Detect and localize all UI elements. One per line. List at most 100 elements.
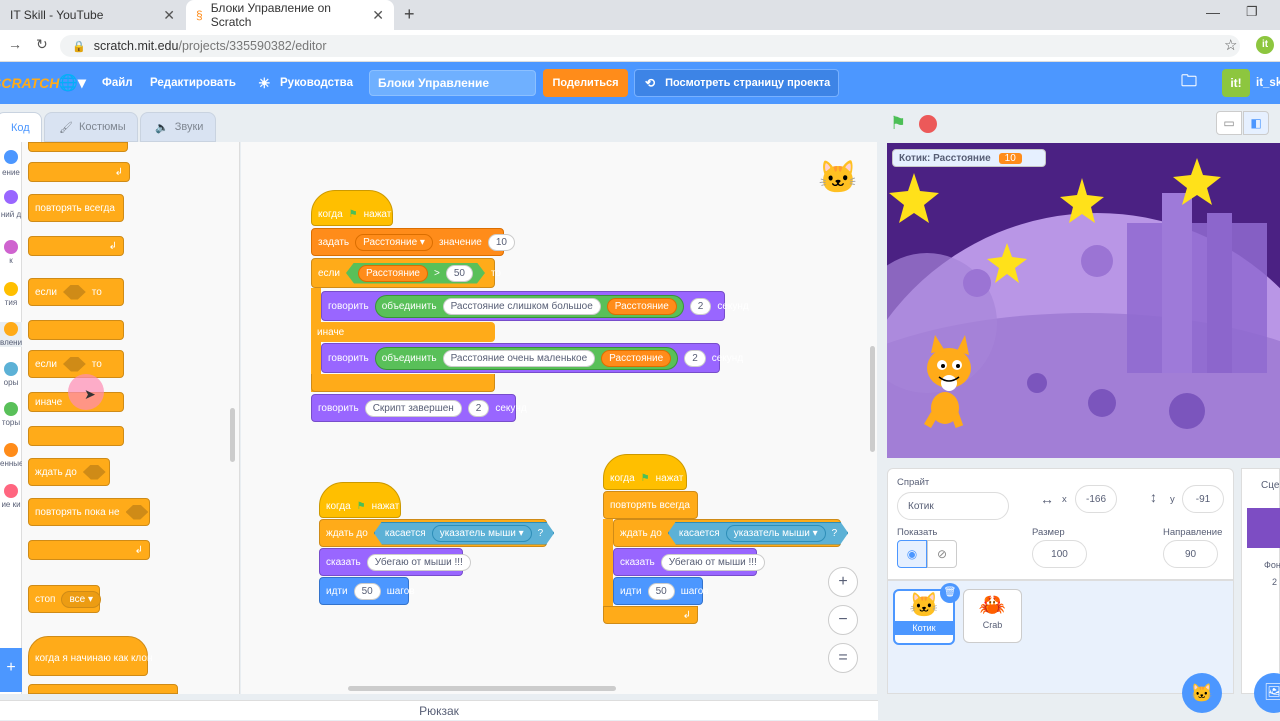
category-sensing[interactable]: оры	[0, 362, 22, 387]
hat-green-flag-block[interactable]: когда ⚑ нажат	[603, 454, 687, 490]
text-input[interactable]: Убегаю от мыши !!!	[660, 553, 765, 571]
green-flag-button[interactable]: ⚑	[890, 113, 906, 134]
stage-canvas[interactable]	[887, 143, 1280, 458]
palette-forever-end[interactable]: ↲	[28, 236, 124, 256]
workspace-h-scrollbar[interactable]	[348, 686, 616, 691]
category-variables[interactable]: енные	[0, 443, 23, 468]
browser-tab-scratch[interactable]: § Блоки Управление on Scratch ✕	[186, 0, 394, 30]
hide-sprite-eye-icon[interactable]: ⊘	[927, 540, 957, 568]
x-input[interactable]: -166	[1075, 485, 1117, 513]
category-events[interactable]: тия	[0, 282, 22, 307]
add-extension-icon[interactable]: +	[0, 648, 22, 692]
say-for-secs-block[interactable]: говорить объединить Расстояние слишком бол…	[321, 291, 749, 321]
small-stage-icon[interactable]: ▭	[1216, 111, 1242, 135]
touching-dropdown[interactable]: указатель мыши	[440, 528, 516, 539]
forever-end[interactable]: ↲	[603, 606, 698, 624]
normal-stage-icon[interactable]: ◧	[1243, 111, 1269, 135]
back-icon[interactable]: →	[8, 36, 22, 52]
set-variable-block[interactable]: задать Расстояние ▾ значение 10	[311, 228, 515, 256]
value-input[interactable]: 50	[446, 265, 473, 282]
show-sprite-eye-icon[interactable]: ◉	[897, 540, 927, 568]
stop-option[interactable]: все	[69, 594, 85, 605]
wait-until-block[interactable]: ждать до касается указатель мыши ▾?	[319, 519, 547, 547]
zoom-reset-button[interactable]: =	[828, 643, 858, 673]
say-block[interactable]: сказать Убегаю от мыши !!!	[613, 548, 765, 576]
sprite-tile-crab[interactable]: 🦀 Crab	[963, 589, 1022, 643]
seconds-input[interactable]: 2	[689, 297, 712, 315]
browser-tab-youtube[interactable]: IT Skill - YouTube ✕	[0, 0, 185, 30]
say-for-secs-block[interactable]: говорить объединить Расстояние очень мален…	[321, 343, 743, 373]
palette-block-fragment[interactable]	[28, 142, 128, 152]
file-menu[interactable]: Файл	[102, 62, 133, 104]
tab-sounds[interactable]: 🔈 Звуки	[140, 112, 216, 142]
wait-until-block[interactable]: ждать до касается указатель мыши ▾?	[613, 519, 841, 547]
seconds-input[interactable]: 2	[684, 349, 706, 367]
variable-reporter[interactable]: Расстояние	[606, 297, 677, 315]
minimize-icon[interactable]: —	[1206, 4, 1220, 20]
else-row[interactable]: иначе	[311, 322, 495, 342]
size-input[interactable]: 100	[1032, 540, 1087, 568]
language-globe-icon[interactable]: 🌐▾	[58, 62, 86, 104]
restore-icon[interactable]: ❐	[1246, 4, 1258, 20]
workspace-v-scrollbar[interactable]	[870, 346, 875, 452]
value-input[interactable]: 10	[487, 233, 515, 251]
see-project-page-button[interactable]: ⟲ Посмотреть страницу проекта	[634, 69, 839, 97]
close-tab-icon[interactable]: ✕	[163, 7, 175, 24]
my-stuff-folder-icon[interactable]: 🗀	[1181, 62, 1197, 104]
say-for-secs-block[interactable]: говорить Скрипт завершен 2 секунд	[311, 394, 527, 422]
close-tab-icon[interactable]: ✕	[372, 7, 384, 24]
text-input[interactable]: Скрипт завершен	[364, 399, 462, 417]
say-block[interactable]: сказать Убегаю от мыши !!!	[319, 548, 471, 576]
palette-scrollbar[interactable]	[230, 408, 235, 462]
palette-repeat-until-end[interactable]: ↲	[28, 540, 150, 560]
extension-icon[interactable]: it	[1256, 36, 1274, 54]
delete-sprite-icon[interactable]: 🗑	[940, 583, 960, 603]
tab-costumes[interactable]: 🖌 Костюмы	[44, 112, 138, 142]
text-input[interactable]: Расстояние очень маленькое	[442, 349, 596, 367]
text-input[interactable]: Расстояние слишком большое	[442, 297, 601, 315]
zoom-out-button[interactable]: −	[828, 605, 858, 635]
category-looks[interactable]	[0, 190, 22, 206]
palette-repeat-until-block[interactable]: повторять пока не	[28, 498, 150, 526]
touching-dropdown[interactable]: указатель мыши	[734, 528, 810, 539]
sprite-name-input[interactable]: Котик	[897, 492, 1009, 520]
zoom-in-button[interactable]: +	[828, 567, 858, 597]
text-input[interactable]: Убегаю от мыши !!!	[366, 553, 471, 571]
palette-block-fragment[interactable]	[28, 684, 178, 694]
new-tab-button[interactable]: +	[404, 4, 415, 25]
palette-if-else-block[interactable]: если то	[28, 350, 124, 378]
variable-monitor[interactable]: Котик: Расстояние 10	[892, 149, 1046, 167]
palette-forever-block[interactable]: повторять всегда	[28, 194, 124, 222]
bookmark-star-icon[interactable]: ☆	[1224, 36, 1237, 54]
move-steps-block[interactable]: идти 50 шагов	[613, 577, 709, 605]
move-steps-block[interactable]: идти 50 шагов	[319, 577, 415, 605]
if-else-block[interactable]: если Расстояние >50 то	[311, 258, 501, 288]
scratch-logo[interactable]: SCRATCH	[0, 62, 59, 104]
category-motion[interactable]	[0, 150, 22, 166]
palette-block-end[interactable]: ↲	[28, 162, 130, 182]
tutorials-menu[interactable]: Руководства	[280, 62, 353, 104]
steps-input[interactable]: 50	[353, 582, 381, 600]
category-my-blocks[interactable]: ие ки	[0, 484, 22, 509]
variable-dropdown[interactable]: Расстояние	[363, 237, 417, 248]
variable-reporter[interactable]: Расстояние	[601, 349, 672, 367]
share-button[interactable]: Поделиться	[543, 69, 628, 97]
user-avatar[interactable]: it!	[1222, 69, 1250, 97]
hat-green-flag-block[interactable]: когда ⚑ нажат	[319, 482, 401, 518]
project-title-input[interactable]: Блоки Управление	[369, 70, 536, 96]
tab-code[interactable]: Код	[0, 112, 42, 142]
category-control[interactable]: вление	[0, 322, 27, 347]
palette-stop-block[interactable]: стоп все ▾	[28, 585, 102, 613]
add-sprite-icon[interactable]: 🐱	[1182, 673, 1222, 713]
add-backdrop-icon[interactable]: 🖼	[1254, 673, 1280, 713]
variable-reporter[interactable]: Расстояние	[358, 265, 428, 282]
category-operators[interactable]: торы	[0, 402, 22, 427]
palette-if-else-end[interactable]	[28, 426, 124, 446]
stop-button[interactable]	[919, 115, 937, 133]
seconds-input[interactable]: 2	[467, 399, 490, 417]
forever-block[interactable]: повторять всегда	[603, 491, 698, 519]
palette-clone-hat-block[interactable]: когда я начинаю как клон	[28, 636, 152, 676]
edit-menu[interactable]: Редактировать	[150, 62, 236, 104]
y-input[interactable]: -91	[1182, 485, 1224, 513]
direction-input[interactable]: 90	[1163, 540, 1218, 568]
